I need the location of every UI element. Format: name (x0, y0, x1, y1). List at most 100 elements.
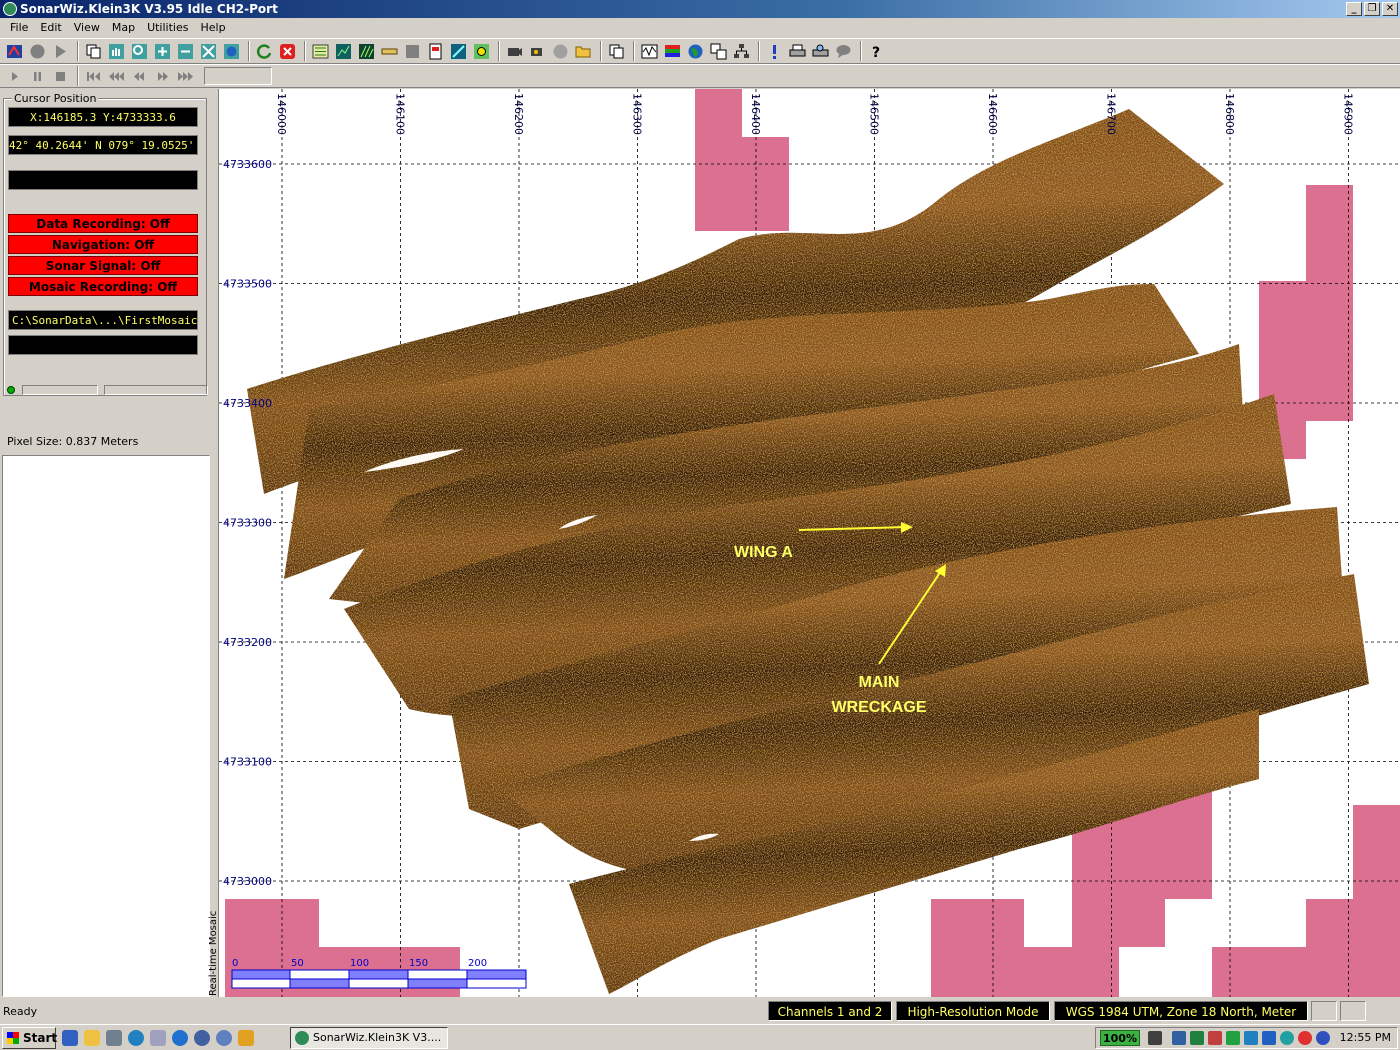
x-axis-labels: 146000 146100 146200 146300 146400 146500 1466… (275, 93, 1355, 135)
cursor-position-group: Cursor Position X:146185.3 Y:4733333.6 4… (3, 92, 208, 396)
close-button[interactable]: ✕ (1382, 2, 1398, 16)
media-icon[interactable] (194, 1030, 210, 1046)
document-icon[interactable] (425, 41, 446, 62)
y-tick-label: 4733200 (223, 636, 272, 649)
playback-stop-icon[interactable] (50, 66, 71, 87)
bluetooth-icon[interactable] (1316, 1031, 1330, 1045)
copy-pages-icon[interactable] (606, 41, 627, 62)
wreckage-label: WRECKAGE (831, 699, 926, 716)
record-icon[interactable] (27, 41, 48, 62)
taskbar-sonarwiz-label: SonarWiz.Klein3K V3.... (313, 1031, 442, 1044)
restore-button[interactable]: ❐ (1364, 2, 1380, 16)
layers-icon[interactable] (310, 41, 331, 62)
menu-help[interactable]: Help (194, 19, 231, 37)
main-label: MAIN (859, 674, 900, 691)
zoom-in-icon[interactable] (152, 41, 173, 62)
folder-open-icon[interactable] (573, 41, 594, 62)
browser-icon[interactable] (172, 1030, 188, 1046)
diagonal-icon[interactable] (448, 41, 469, 62)
messenger-icon[interactable] (216, 1030, 232, 1046)
y-tick-label: 4733100 (223, 756, 272, 769)
play-icon[interactable] (50, 41, 71, 62)
map-canvas[interactable]: 146000 146100 146200 146300 146400 146500 1466… (219, 89, 1400, 997)
skip-start-icon[interactable] (83, 66, 104, 87)
sonar-icon[interactable] (4, 41, 25, 62)
menu-map[interactable]: Map (106, 19, 141, 37)
y-tick-label: 4733400 (223, 397, 272, 410)
scale-label: 100 (350, 958, 369, 969)
tray-display-icon[interactable] (1262, 1031, 1276, 1045)
tray-monitor-icon[interactable] (1244, 1031, 1258, 1045)
print-preview-icon[interactable] (810, 41, 831, 62)
mosaic-recording-status: Mosaic Recording: Off (8, 277, 198, 296)
tray-device-icon[interactable] (1148, 1031, 1162, 1045)
target-icon[interactable] (471, 41, 492, 62)
rewind-icon[interactable] (129, 66, 150, 87)
sync-icon[interactable] (128, 1030, 144, 1046)
zoom-extents-icon[interactable] (198, 41, 219, 62)
earth-icon[interactable] (685, 41, 706, 62)
tray-network-icon[interactable] (1172, 1031, 1186, 1045)
y-tick-label: 4733500 (223, 278, 272, 291)
playback-toolbar (0, 64, 1400, 88)
stop-icon[interactable] (277, 41, 298, 62)
zoom-box-icon[interactable] (129, 41, 150, 62)
signal-icon[interactable] (639, 41, 660, 62)
waterfall-icon[interactable] (356, 41, 377, 62)
playback-position-field[interactable] (204, 67, 272, 85)
windows-icon[interactable] (708, 41, 729, 62)
fast-rewind-icon[interactable] (106, 66, 127, 87)
taskbar-sonarwiz[interactable]: SonarWiz.Klein3K V3.... (290, 1027, 448, 1049)
globe-icon[interactable] (221, 41, 242, 62)
zoom-out-icon[interactable] (175, 41, 196, 62)
tray-shield-icon[interactable] (1190, 1031, 1204, 1045)
camera-icon[interactable] (504, 41, 525, 62)
y-tick-label: 4733300 (223, 517, 272, 530)
desktop-icon[interactable] (106, 1030, 122, 1046)
start-button[interactable]: Start (2, 1027, 57, 1049)
app-window: SonarWiz.Klein3K V3.95 Idle CH2-Port _ ❐… (0, 0, 1400, 1050)
tray-ati-icon[interactable] (1298, 1031, 1312, 1045)
explorer-icon[interactable] (84, 1030, 100, 1046)
tray-globe-icon[interactable] (1280, 1031, 1294, 1045)
playback-pause-icon[interactable] (27, 66, 48, 87)
gray-square-icon[interactable] (402, 41, 423, 62)
menu-utilities[interactable]: Utilities (141, 19, 194, 37)
tray-signal-icon[interactable] (1226, 1031, 1240, 1045)
ie-icon[interactable] (62, 1030, 78, 1046)
zoom-badge[interactable]: 100% (1100, 1030, 1140, 1046)
playback-play-icon[interactable] (4, 66, 25, 87)
map-view[interactable]: 146000 146100 146200 146300 146400 146500 1466… (218, 89, 1400, 997)
hand-pan-icon[interactable] (106, 41, 127, 62)
scale-label: 200 (468, 958, 487, 969)
help-icon[interactable]: ? (866, 41, 887, 62)
tray-security-icon[interactable] (1208, 1031, 1222, 1045)
palette-icon[interactable] (662, 41, 683, 62)
forward-icon[interactable] (152, 66, 173, 87)
status-projection: WGS 1984 UTM, Zone 18 North, Meter (1054, 1001, 1308, 1021)
fast-forward-icon[interactable] (175, 66, 196, 87)
minimize-button[interactable]: _ (1346, 2, 1362, 16)
refresh-icon[interactable] (254, 41, 275, 62)
status-ready: Ready (3, 1005, 38, 1018)
menu-file[interactable]: File (4, 19, 34, 37)
camera-record-icon[interactable] (527, 41, 548, 62)
blank-readout (8, 170, 198, 190)
notepad-icon[interactable] (150, 1030, 166, 1046)
x-tick-label: 146300 (631, 93, 644, 135)
clock-app-icon[interactable] (238, 1030, 254, 1046)
chart-icon[interactable] (333, 41, 354, 62)
stop-sign-icon[interactable] (550, 41, 571, 62)
x-tick-label: 146700 (1105, 93, 1118, 135)
chat-icon[interactable] (833, 41, 854, 62)
ruler-icon[interactable] (379, 41, 400, 62)
app-icon (3, 2, 17, 16)
alert-icon[interactable] (764, 41, 785, 62)
svg-text:?: ? (872, 45, 880, 60)
left-panel: Cursor Position X:146185.3 Y:4733333.6 4… (0, 89, 213, 999)
menu-view[interactable]: View (68, 19, 106, 37)
copy-icon[interactable] (83, 41, 104, 62)
menu-edit[interactable]: Edit (34, 19, 67, 37)
print-icon[interactable] (787, 41, 808, 62)
tree-icon[interactable] (731, 41, 752, 62)
